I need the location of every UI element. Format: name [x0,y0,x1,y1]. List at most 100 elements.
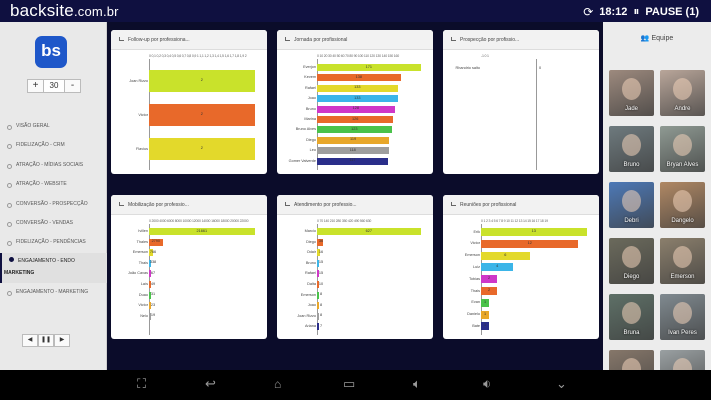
chart-row-label: Ivillen [138,229,148,233]
team-member-name: Bruna [623,329,640,336]
chart-row-label: Flavius [135,146,148,151]
chart-axis-ticks: 0 70 140 210 280 350 420 490 560 630 [317,219,372,223]
brand-domain: .com.br [73,4,119,19]
team-member-name: Andre [674,105,691,112]
team-member-thumb[interactable]: Emerson [660,238,705,284]
chart-row-label: Danielo [467,312,480,317]
sidebar-item-atracao-website[interactable]: ATRAÇÃO - WEBSITE [0,175,107,194]
zoom-minus-button[interactable]: - [64,79,81,93]
chart-bar-value: 2 [488,288,491,292]
zoom-control: + 30 - [27,79,81,93]
chart-row-label: Emerson [300,292,316,297]
prev-button[interactable]: ◀ [22,334,38,347]
zoom-value-input[interactable]: 30 [44,79,64,93]
pause-button[interactable]: PAUSE (1) [645,6,699,18]
chart-bar-value: 0 [538,65,542,70]
chart-row-label: João Cavas [127,271,148,276]
next-button[interactable]: ▶ [54,334,70,347]
sidebar-item-engajamento-endo[interactable]: ENGAJAMENTO - ENDO MARKETING [0,252,107,283]
chart-row-label: Erik [473,229,480,234]
refresh-icon[interactable]: ⟳ [583,5,593,19]
team-member-thumb[interactable]: Diego [609,238,654,284]
zoom-plus-button[interactable]: + [27,79,44,93]
collapse-icon[interactable]: ⌄ [556,370,567,400]
sidebar-item-visao-geral[interactable]: VISÃO GERAL [0,117,107,136]
chart-row-label: Marcio [304,229,316,233]
sidebar-item-fidelizacao-pendencias[interactable]: FIDELIZAÇÃO - PENDÊNCIAS [0,233,107,252]
chart-bar-value: 6 [504,252,507,257]
chart-row-label: Duao [138,292,148,297]
chart-bar-value: 2 [200,78,203,82]
chart-row-label: Bruno Alves [295,127,316,132]
chart-bar-value: 23 [150,302,156,307]
team-member-thumb[interactable]: Bruno [609,126,654,172]
chart-card: Reuniões por profissional 0 1 2 3 4 5 6 7… [443,195,599,339]
slideshow-controls: ◀ ❚❚ ▶ [22,334,70,347]
chart-bar-value: 128 [352,106,359,111]
sidebar-item-label: ENGAJAMENTO - ENDO [18,257,75,264]
chart-icon [119,37,124,41]
team-member-thumb[interactable]: Debri [609,182,654,228]
sidebar-item-engajamento-marketing[interactable]: ENGAJAMENTO - MARKETING [0,283,107,302]
home-icon[interactable]: ⌂ [274,370,281,400]
chart-title-text: Follow-up por professiona... [128,37,190,43]
chart-row-label: Kevem [304,75,316,80]
chart-bar-value: 133 [354,85,361,90]
team-member-name: Dangelo [671,217,694,224]
team-member-thumb[interactable]: Andre [660,70,705,116]
chart-row-label: Diego [306,137,316,142]
sidebar-menu: VISÃO GERAL FIDELIZAÇÃO - CRM ATRAÇÃO - … [0,117,107,302]
team-member-thumb[interactable]: Bryan Alves [660,126,705,172]
recents-icon[interactable]: ▭ [343,370,355,400]
chart-row-label: Everjon [303,65,316,69]
chart-row-label: Bruno [305,106,316,111]
chart-icon [451,37,456,41]
team-member-thumb[interactable]: Ivan Peres [660,294,705,340]
team-panel: 👥 Equipe Jade Andre Bruno Bryan Alves Debri D… [603,22,711,396]
brand-logo: backsite.com.br [10,1,119,21]
chart-row-label: Joao [307,96,316,101]
sidebar-item-conversao-prospeccao[interactable]: CONVERSÃO - PROSPECÇÃO [0,195,107,214]
sidebar-item-fidelizacao-crm[interactable]: FIDELIZAÇÃO - CRM [0,136,107,155]
avatar [673,246,692,268]
chart-row-label: Ariana [305,324,316,329]
chart-bar-value: 13 [531,229,536,233]
chart-axis-ticks: 0 2000 4000 6000 8000 10000 12000 14000 … [149,219,249,223]
sidebar-item-atracao-midias-sociais[interactable]: ATRAÇÃO - MÍDIAS SOCIAIS [0,156,107,175]
volume-down-icon[interactable]: 🔈︎ [413,370,421,400]
chart-card: Prospecção por profissio... -1 0 1 Rhandri… [443,30,599,174]
chart-row-label: Gomer Valverde [288,158,316,163]
team-member-name: Bryan Alves [666,161,699,168]
back-icon[interactable]: ↩ [205,370,216,400]
chart-bar-value: 1 [483,299,487,304]
screenshot-icon[interactable]: ⛶ [137,370,146,400]
chart-bar-value: 119 [350,137,357,142]
chart-bar-value: 31 [150,292,156,297]
chart-bar-value: 171 [365,64,372,69]
sidebar-item-conversao-vendas[interactable]: CONVERSÃO - VENDAS [0,214,107,233]
chart-bar-value: 8 [319,302,323,307]
top-right-controls: ⟳ 18:12 ⏸ PAUSE (1) [583,4,699,19]
chart-bar-value: 117 [349,158,356,163]
chart-bar-value: 7 [319,323,323,328]
chart-title: Follow-up por professiona... [111,30,267,50]
team-member-thumb[interactable]: Jade [609,70,654,116]
chart-row-label: Thais [138,260,148,265]
chart-row-label: Rhandrio salto [455,66,480,70]
chart-row-label: Joan Rizzo [129,78,148,83]
chart-icon [285,37,290,41]
team-member-name: Ivan Peres [668,329,697,336]
pause-slideshow-button[interactable]: ❚❚ [38,334,54,347]
brand-name: backsite [10,1,74,20]
volume-up-icon[interactable]: 🔉︎ [483,370,491,400]
chart-bar-value: 67 [150,270,156,275]
chart-title-text: Jornada por profissional [294,37,348,43]
team-member-thumb[interactable]: Dangelo [660,182,705,228]
chart-title-text: Mobilização por professio... [128,202,189,208]
chart-card: Follow-up por professiona... 0 0,1 0,2 0,… [111,30,267,174]
sidebar-item-label-2: MARKETING [4,269,35,276]
avatar [673,302,692,324]
chart-row-label: Victor [470,241,480,246]
team-member-thumb[interactable]: Bruna [609,294,654,340]
pause-icon[interactable]: ⏸ [633,4,639,19]
